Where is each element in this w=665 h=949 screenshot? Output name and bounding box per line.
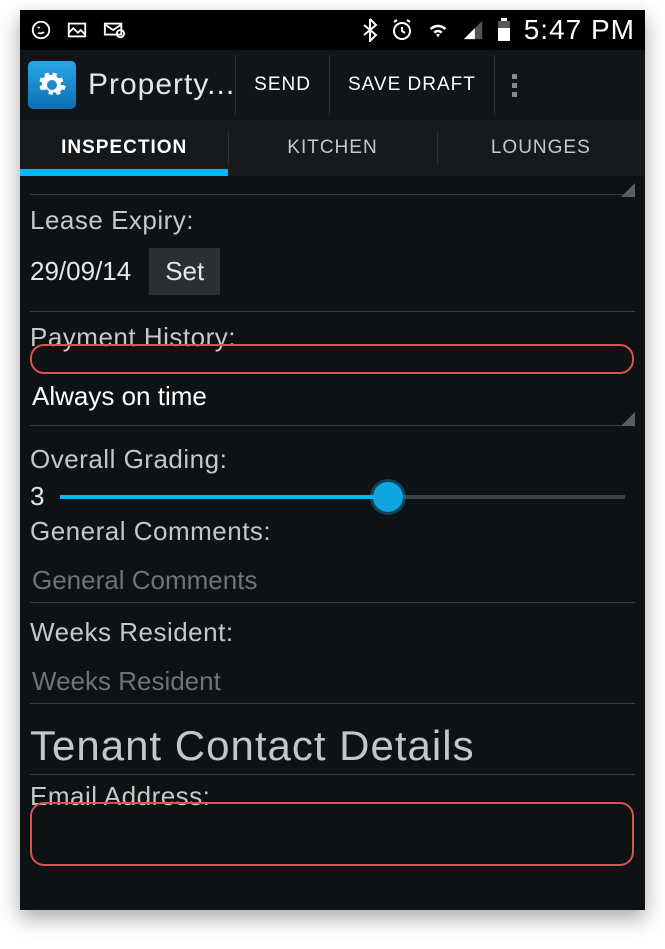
battery-icon [496, 18, 512, 42]
weeks-resident-label: Weeks Resident: [30, 617, 635, 648]
send-button[interactable]: SEND [235, 55, 329, 115]
device-screen: 5:47 PM Property... SEND SAVE DRAFT INSP… [20, 10, 645, 910]
overall-grading-label: Overall Grading: [30, 444, 635, 475]
divider [30, 194, 635, 195]
tab-inspection[interactable]: INSPECTION [20, 120, 228, 176]
overall-grading-value: 3 [30, 481, 46, 512]
lease-expiry-value: 29/09/14 [30, 256, 131, 287]
tab-bar: INSPECTION KITCHEN LOUNGES [20, 120, 645, 176]
more-vert-icon [512, 74, 517, 97]
signal-icon [462, 19, 484, 41]
overflow-menu-button[interactable] [494, 55, 535, 115]
overall-grading-slider[interactable] [60, 483, 625, 511]
content-area: Lease Expiry: 29/09/14 Set Payment Histo… [20, 194, 645, 812]
status-bar: 5:47 PM [20, 10, 645, 50]
app-title: Property... [88, 68, 235, 102]
tab-kitchen[interactable]: KITCHEN [228, 120, 436, 176]
divider [30, 311, 635, 312]
divider [30, 774, 635, 775]
general-comments-placeholder: General Comments [32, 565, 257, 595]
wifi-icon [426, 19, 450, 41]
payment-history-spinner[interactable]: Always on time [30, 367, 635, 426]
picture-icon [66, 19, 88, 41]
tab-lounges[interactable]: LOUNGES [437, 120, 645, 176]
payment-history-label: Payment History: [30, 322, 635, 353]
alarm-icon [390, 18, 414, 42]
lease-expiry-label: Lease Expiry: [30, 205, 635, 236]
tenant-contact-header: Tenant Contact Details [30, 722, 635, 770]
app-gear-icon [28, 61, 76, 109]
general-comments-label: General Comments: [30, 516, 635, 547]
status-clock: 5:47 PM [524, 14, 635, 46]
payment-history-value: Always on time [30, 381, 207, 412]
bluetooth-icon [362, 18, 378, 42]
general-comments-input[interactable]: General Comments [30, 555, 635, 603]
save-draft-button[interactable]: SAVE DRAFT [329, 55, 494, 115]
email-address-label: Email Address: [30, 781, 635, 812]
weeks-resident-placeholder: Weeks Resident [32, 666, 221, 696]
set-date-button[interactable]: Set [149, 248, 220, 295]
mail-icon [102, 19, 126, 41]
whatsapp-icon [30, 19, 52, 41]
weeks-resident-input[interactable]: Weeks Resident [30, 656, 635, 704]
action-bar: Property... SEND SAVE DRAFT [20, 50, 645, 120]
